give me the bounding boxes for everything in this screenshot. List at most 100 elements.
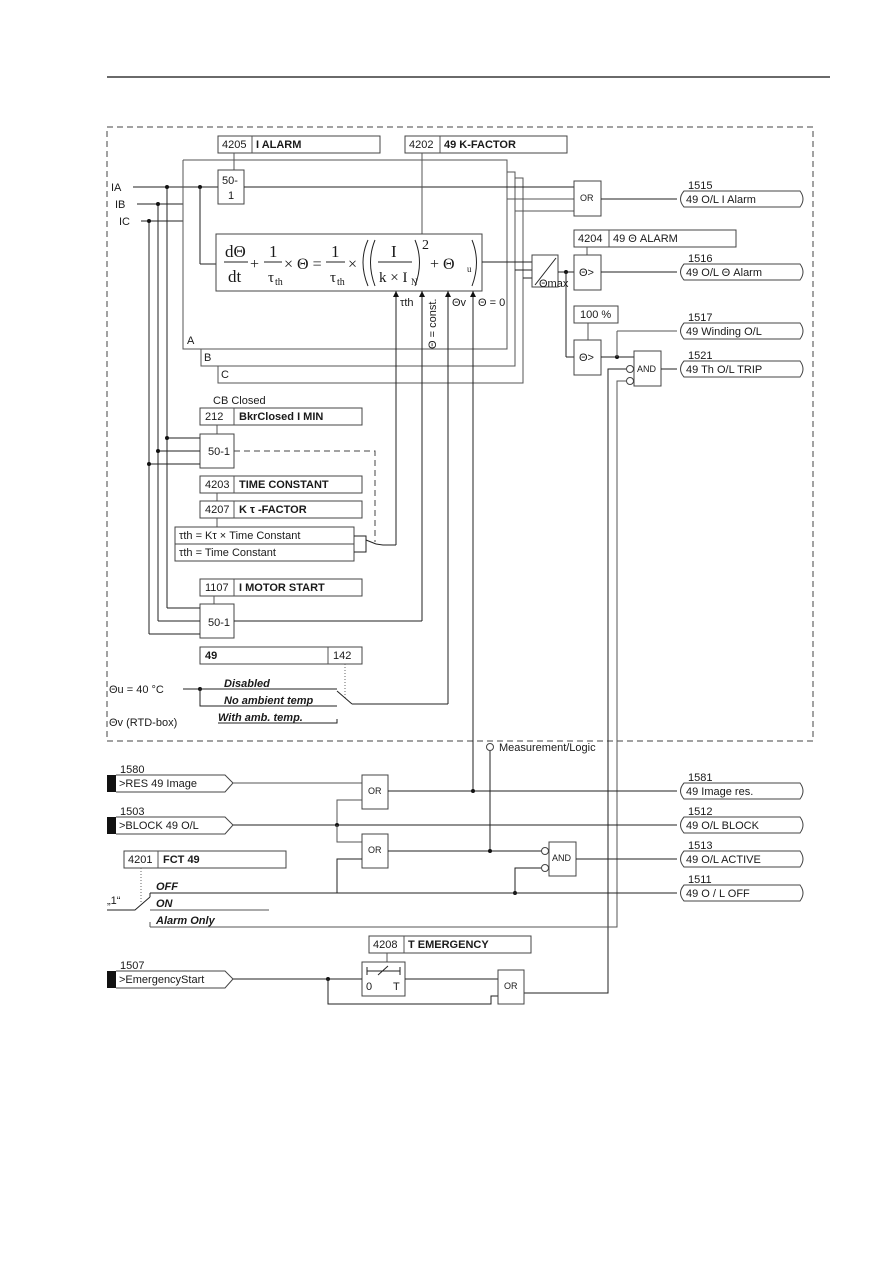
ambient-temp-switch: Disabled No ambient temp With amb. temp. [199, 678, 448, 724]
binary-input-number: 1507 [120, 960, 144, 972]
svg-text:1107: 1107 [205, 582, 229, 594]
overcurrent-block-50-1-cb: 50-1 [199, 433, 235, 469]
svg-text:50-1: 50-1 [208, 446, 230, 458]
svg-text:× Θ =: × Θ = [284, 256, 322, 273]
svg-text:Θ>: Θ> [579, 352, 594, 364]
param-fct-49[interactable]: 4201 FCT 49 [123, 850, 287, 869]
svg-text:Θ = 0: Θ = 0 [478, 297, 505, 309]
output-label: 49 O/L ACTIVE [686, 854, 761, 866]
input-ib-label: IB [115, 199, 125, 211]
output-number: 1581 [688, 772, 712, 784]
binary-input-label: >BLOCK 49 O/L [119, 820, 199, 832]
svg-text:dΘ: dΘ [225, 242, 246, 261]
output-message: 1513 49 O/L ACTIVE [680, 840, 804, 868]
param-49-k-factor[interactable]: 4202 49 K-FACTOR [404, 135, 568, 154]
or-gate-image-reset: OR [361, 774, 389, 810]
svg-text:T: T [393, 981, 400, 993]
svg-text:FCT 49: FCT 49 [163, 854, 200, 866]
thermal-equation-box: dΘ dt + 1 τ th × Θ = 1 τ th × I k × I N … [215, 233, 483, 292]
svg-text:I ALARM: I ALARM [256, 139, 301, 151]
output-message: 1511 49 O / L OFF [680, 874, 804, 902]
svg-text:0: 0 [366, 981, 372, 993]
theta-threshold-alarm: Θ> [573, 254, 602, 291]
svg-text:4203: 4203 [205, 479, 229, 491]
output-message: 1521 49 Th O/L TRIP [680, 350, 804, 378]
or-gate-block: OR [361, 833, 389, 869]
svg-text:2: 2 [422, 238, 429, 253]
svg-text:1: 1 [228, 190, 234, 202]
svg-text:th: th [275, 277, 283, 288]
svg-text:OR: OR [504, 981, 518, 991]
output-message: 1516 49 O/L Θ Alarm [680, 253, 804, 281]
output-label: 49 O/L Θ Alarm [686, 267, 762, 279]
param-k-tau-factor[interactable]: 4207 K τ -FACTOR [199, 500, 363, 519]
svg-text:4204: 4204 [578, 233, 602, 245]
param-i-alarm[interactable]: 4205 I ALARM [217, 135, 381, 154]
svg-text:Alarm Only: Alarm Only [155, 915, 216, 927]
binary-input-number: 1580 [120, 764, 144, 776]
svg-text:OR: OR [368, 786, 382, 796]
tau-selection: τth = Kτ × Time Constant τth = Time Cons… [174, 526, 396, 562]
param-i-motor-start[interactable]: 1107 I MOTOR START [199, 578, 363, 597]
param-time-constant[interactable]: 4203 TIME CONSTANT [199, 475, 363, 494]
svg-text:Θmax: Θmax [539, 278, 569, 290]
phase-a-label: A [187, 335, 195, 347]
svg-text:4201: 4201 [128, 854, 152, 866]
overcurrent-block-50-1-alarm: 50- 1 [217, 169, 245, 205]
output-label: 49 Image res. [686, 786, 753, 798]
svg-text:Θ = const.: Θ = const. [427, 299, 439, 349]
svg-text:Disabled: Disabled [224, 678, 270, 690]
svg-text:Θ>: Θ> [579, 267, 594, 279]
svg-text:142: 142 [333, 650, 351, 662]
output-number: 1513 [688, 840, 712, 852]
svg-text:BkrClosed I MIN: BkrClosed I MIN [239, 411, 323, 423]
svg-text:τ: τ [268, 270, 274, 286]
binary-input-label: >EmergencyStart [119, 974, 204, 986]
param-t-emergency[interactable]: 4208 T EMERGENCY [368, 935, 532, 954]
output-number: 1517 [688, 312, 712, 324]
input-ic-label: IC [119, 216, 130, 228]
svg-text:49 K-FACTOR: 49 K-FACTOR [444, 139, 516, 151]
svg-text:212: 212 [205, 411, 223, 423]
svg-text:τth = Kτ × Time Constant: τth = Kτ × Time Constant [179, 530, 300, 542]
binary-input: 1507 >EmergencyStart [107, 960, 234, 989]
output-label: 49 O/L I Alarm [686, 194, 756, 206]
output-message: 1517 49 Winding O/L [680, 312, 804, 340]
svg-text:49 Θ ALARM: 49 Θ ALARM [613, 233, 678, 245]
output-label: 49 Th O/L TRIP [686, 364, 762, 376]
svg-text:4207: 4207 [205, 504, 229, 516]
svg-text:+ Θ: + Θ [430, 256, 455, 273]
binary-input: 1580 >RES 49 Image [107, 764, 234, 793]
svg-text:ON: ON [156, 898, 174, 910]
svg-text:×: × [348, 256, 357, 273]
binary-input: 1503 >BLOCK 49 O/L [107, 806, 234, 835]
svg-text:OR: OR [368, 845, 382, 855]
svg-text:th: th [337, 277, 345, 288]
binary-input-label: >RES 49 Image [119, 778, 197, 790]
param-49-theta-alarm[interactable]: 4204 49 Θ ALARM [573, 229, 737, 248]
theta-u-label: Θu = 40 °C [109, 684, 164, 696]
svg-text:TIME CONSTANT: TIME CONSTANT [239, 479, 329, 491]
output-number: 1516 [688, 253, 712, 265]
svg-text:1: 1 [331, 242, 340, 261]
measurement-logic-label: Measurement/Logic [499, 742, 596, 754]
param-bkr-closed-i-min[interactable]: 212 BkrClosed I MIN [199, 407, 363, 426]
svg-text:49: 49 [205, 650, 217, 662]
theta-threshold-trip: Θ> [573, 339, 602, 376]
timer-emergency: 0 T [361, 961, 406, 997]
output-label: 49 O / L OFF [686, 888, 750, 900]
svg-text:OFF: OFF [156, 881, 178, 893]
output-message: 1515 49 O/L I Alarm [680, 180, 804, 208]
svg-text:dt: dt [228, 267, 242, 286]
svg-text:+: + [250, 256, 259, 273]
output-message: 1581 49 Image res. [680, 772, 804, 800]
or-gate-emergency: OR [497, 969, 525, 1005]
param-100-percent[interactable]: 100 % [573, 305, 619, 324]
svg-text:I: I [391, 242, 397, 261]
svg-text:With amb. temp.: With amb. temp. [218, 712, 303, 724]
svg-text:OR: OR [580, 193, 594, 203]
svg-text:K τ -FACTOR: K τ -FACTOR [239, 504, 307, 516]
svg-text:I MOTOR START: I MOTOR START [239, 582, 325, 594]
param-49-ambient[interactable]: 49 142 [199, 646, 363, 665]
output-number: 1511 [688, 874, 712, 886]
